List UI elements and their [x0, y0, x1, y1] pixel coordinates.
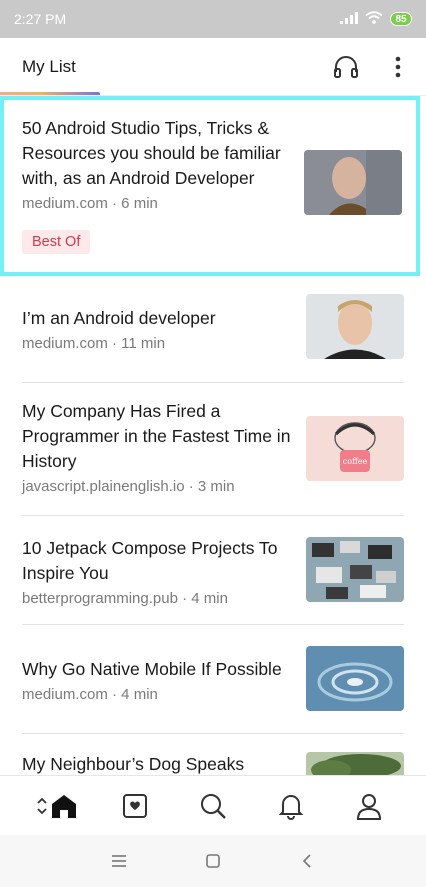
screen: 2:27 PM 85 My List 50 Android Studio Tip… [0, 0, 426, 887]
article-title: My Neighbour’s Dog Speaks [22, 754, 245, 774]
svg-text:coffee: coffee [343, 457, 368, 466]
article-item[interactable]: I’m an Android developer medium.com · 11… [0, 294, 426, 382]
article-item[interactable]: 50 Android Studio Tips, Tricks & Resourc… [0, 96, 420, 276]
home-icon[interactable] [35, 784, 79, 828]
battery-icon: 85 [390, 12, 412, 26]
article-thumbnail [304, 150, 402, 215]
article-list: 50 Android Studio Tips, Tricks & Resourc… [0, 96, 426, 817]
article-thumbnail: coffee [306, 416, 404, 481]
article-meta: medium.com · 6 min [22, 195, 158, 212]
search-icon[interactable] [191, 784, 235, 828]
article-meta: javascript.plainenglish.io · 3 min [22, 478, 235, 495]
article-item[interactable]: My Company Has Fired a Programmer in the… [0, 383, 426, 515]
header-actions [332, 53, 412, 81]
article-meta: medium.com · 11 min [22, 335, 166, 352]
bottom-nav [0, 775, 426, 835]
article-title: 10 Jetpack Compose Projects To Inspire Y… [22, 538, 278, 583]
wifi-icon [365, 11, 383, 27]
article-title: Why Go Native Mobile If Possible [22, 659, 282, 679]
saved-icon[interactable] [113, 784, 157, 828]
back-icon[interactable] [295, 849, 319, 873]
article-thumbnail [306, 537, 404, 602]
headphones-icon[interactable] [332, 53, 360, 81]
article-title: 50 Android Studio Tips, Tricks & Resourc… [22, 118, 281, 188]
system-nav [0, 835, 426, 887]
menu-icon[interactable] [107, 849, 131, 873]
home-square-icon[interactable] [201, 849, 225, 873]
article-item[interactable]: 10 Jetpack Compose Projects To Inspire Y… [0, 516, 426, 624]
article-title: I’m an Android developer [22, 308, 216, 328]
profile-icon[interactable] [347, 784, 391, 828]
more-vertical-icon[interactable] [384, 53, 412, 81]
page-title: My List [22, 56, 76, 76]
article-meta: betterprogramming.pub · 4 min [22, 590, 228, 607]
status-icons: 85 [340, 11, 412, 27]
status-bar: 2:27 PM 85 [0, 0, 426, 38]
article-thumbnail [306, 646, 404, 711]
app-header: My List [0, 38, 426, 95]
article-title: My Company Has Fired a Programmer in the… [22, 401, 291, 471]
article-item[interactable]: Why Go Native Mobile If Possible medium.… [0, 625, 426, 733]
signal-icon [340, 11, 358, 27]
notifications-icon[interactable] [269, 784, 313, 828]
article-thumbnail [306, 294, 404, 359]
status-time: 2:27 PM [14, 11, 67, 27]
article-meta: medium.com · 4 min [22, 686, 158, 703]
best-of-badge: Best Of [22, 230, 91, 254]
